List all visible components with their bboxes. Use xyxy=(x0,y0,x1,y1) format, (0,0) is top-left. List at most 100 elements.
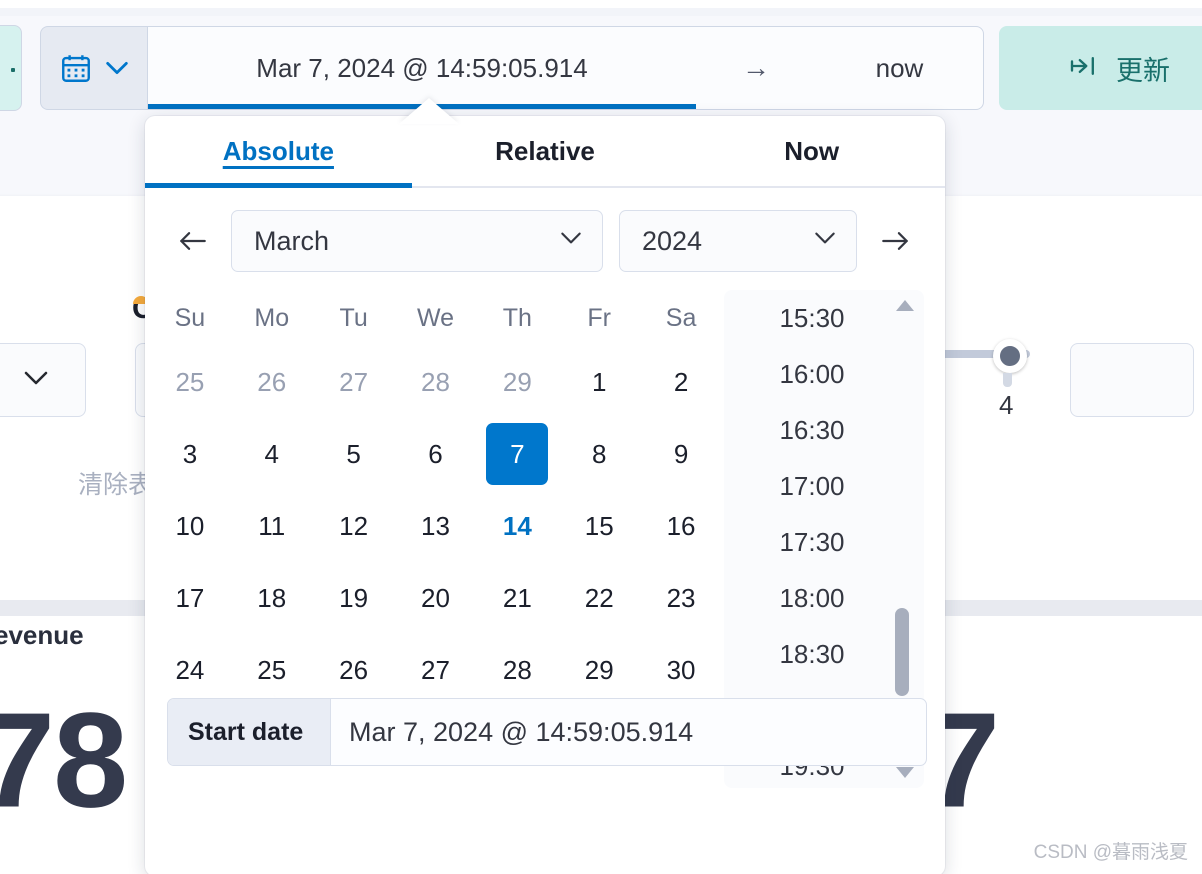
calendar-day-cell: 19 xyxy=(313,562,395,634)
calendar-day-14[interactable]: 14 xyxy=(486,495,548,557)
tab-relative[interactable]: Relative xyxy=(412,116,679,186)
time-option-1700[interactable]: 17:00 xyxy=(724,458,900,514)
month-select-value: March xyxy=(254,225,330,256)
calendar-day-19[interactable]: 19 xyxy=(323,567,385,629)
scrollbar-thumb[interactable] xyxy=(895,608,909,696)
calendar-day-cell: 10 xyxy=(149,490,231,562)
background-slider-value: 4 xyxy=(999,390,1014,420)
calendar-day-cell: 16 xyxy=(640,490,722,562)
time-option-1630[interactable]: 16:30 xyxy=(724,402,900,458)
calendar-day-6[interactable]: 6 xyxy=(404,423,466,485)
weekday-tu: Tu xyxy=(339,303,368,332)
calendar-day-4[interactable]: 4 xyxy=(241,423,303,485)
calendar-day-cell: 20 xyxy=(395,562,477,634)
calendar-day-cell: 13 xyxy=(395,490,477,562)
calendar-day-25[interactable]: 25 xyxy=(241,639,303,701)
time-option-1830[interactable]: 18:30 xyxy=(724,626,900,682)
range-end-button[interactable]: now xyxy=(816,27,983,109)
background-clear-form-text: 清除表 xyxy=(78,471,154,499)
calendar-day-cell: 12 xyxy=(313,490,395,562)
calendar-day-12[interactable]: 12 xyxy=(323,495,385,557)
calendar-day-18[interactable]: 18 xyxy=(241,567,303,629)
calendar-week-row: 25 26 27 28 29 1 2 xyxy=(149,346,722,418)
tab-absolute[interactable]: Absolute xyxy=(145,116,412,188)
calendar-day-1[interactable]: 1 xyxy=(568,351,630,413)
calendar-day-cell: 5 xyxy=(313,418,395,490)
calendar-day-cell: 4 xyxy=(231,418,313,490)
calendar-day-27[interactable]: 27 xyxy=(404,639,466,701)
calendar-day-27[interactable]: 27 xyxy=(323,351,385,413)
calendar-day-11[interactable]: 11 xyxy=(241,495,303,557)
calendar-day-23[interactable]: 23 xyxy=(650,567,712,629)
background-input-right[interactable] xyxy=(1070,343,1194,417)
calendar-day-9[interactable]: 9 xyxy=(650,423,712,485)
calendar-day-22[interactable]: 22 xyxy=(568,567,630,629)
calendar-day-26[interactable]: 26 xyxy=(323,639,385,701)
date-range-bar: Mar 7, 2024 @ 14:59:05.914 → now xyxy=(147,26,984,110)
calendar-day-5[interactable]: 5 xyxy=(323,423,385,485)
calendar-day-cell: 17 xyxy=(149,562,231,634)
calendar-day-7[interactable]: 7 xyxy=(486,423,549,485)
calendar-day-cell: 22 xyxy=(558,562,640,634)
scroll-down-arrow-icon[interactable] xyxy=(896,767,914,778)
toolbar-top-gap-2 xyxy=(0,8,1202,16)
calendar-week-row: 10 11 12 13 14 15 16 xyxy=(149,490,722,562)
weekday-mo: Mo xyxy=(254,303,290,332)
range-start-text: Mar 7, 2024 @ 14:59:05.914 xyxy=(256,52,588,83)
time-option-1730[interactable]: 17:30 xyxy=(724,514,900,570)
calendar-day-cell: 27 xyxy=(395,634,477,706)
calendar-day-13[interactable]: 13 xyxy=(404,495,466,557)
popover-arrow xyxy=(399,98,459,124)
calendar-day-20[interactable]: 20 xyxy=(404,567,466,629)
date-picker-popover: Absolute Relative Now March 2024 Su Mo T… xyxy=(145,116,945,874)
calendar-day-21[interactable]: 21 xyxy=(486,567,548,629)
calendar-day-8[interactable]: 8 xyxy=(568,423,630,485)
tab-now-label: Now xyxy=(784,135,840,166)
calendar-day-cell: 26 xyxy=(231,346,313,418)
calendar-day-28[interactable]: 28 xyxy=(486,639,548,701)
update-button[interactable]: 更新 xyxy=(999,26,1202,110)
calendar-day-28[interactable]: 28 xyxy=(404,351,466,413)
range-arrow-icon: → xyxy=(696,52,816,84)
calendar-day-15[interactable]: 15 xyxy=(568,495,630,557)
year-select[interactable]: 2024 xyxy=(619,210,857,272)
calendar-day-17[interactable]: 17 xyxy=(159,567,221,629)
chevron-down-icon xyxy=(812,230,838,252)
calendar-day-24[interactable]: 24 xyxy=(159,639,221,701)
partial-left-button-glyph xyxy=(11,68,15,72)
calendar-day-3[interactable]: 3 xyxy=(159,423,221,485)
background-revenue-label: evenue xyxy=(0,620,84,650)
range-start-button[interactable]: Mar 7, 2024 @ 14:59:05.914 xyxy=(148,27,696,109)
quick-select-button[interactable] xyxy=(40,26,148,110)
time-option-1530[interactable]: 15:30 xyxy=(724,290,900,346)
calendar-day-25[interactable]: 25 xyxy=(159,351,221,413)
range-end-text: now xyxy=(875,52,924,83)
calendar-day-cell: 3 xyxy=(149,418,231,490)
calendar-day-10[interactable]: 10 xyxy=(159,495,221,557)
calendar-day-29[interactable]: 29 xyxy=(486,351,548,413)
tab-now[interactable]: Now xyxy=(678,116,945,186)
calendar-day-2[interactable]: 2 xyxy=(650,351,712,413)
calendar-day-26[interactable]: 26 xyxy=(241,351,303,413)
calendar-day-29[interactable]: 29 xyxy=(568,639,630,701)
toolbar-top-gap xyxy=(0,0,1202,8)
calendar-day-16[interactable]: 16 xyxy=(650,495,712,557)
arrow-right-icon[interactable] xyxy=(873,219,917,263)
time-option-1800[interactable]: 18:00 xyxy=(724,570,900,626)
chevron-down-icon xyxy=(558,230,584,252)
chevron-down-icon xyxy=(103,59,131,77)
calendar-week-row: 17 18 19 20 21 22 23 xyxy=(149,562,722,634)
background-metric-left: 78 xyxy=(0,684,128,836)
background-slider-handle[interactable] xyxy=(993,339,1027,373)
background-select[interactable] xyxy=(0,343,86,417)
start-date-input[interactable]: Mar 7, 2024 @ 14:59:05.914 xyxy=(331,699,926,765)
partial-left-button[interactable] xyxy=(0,25,22,111)
month-select[interactable]: March xyxy=(231,210,603,272)
calendar-day-cell: 26 xyxy=(313,634,395,706)
arrow-left-icon[interactable] xyxy=(171,219,215,263)
scroll-up-arrow-icon[interactable] xyxy=(896,300,914,311)
time-option-1600[interactable]: 16:00 xyxy=(724,346,900,402)
calendar-day-30[interactable]: 30 xyxy=(650,639,712,701)
weekday-we: We xyxy=(416,303,455,332)
start-date-label: Start date xyxy=(168,699,331,765)
